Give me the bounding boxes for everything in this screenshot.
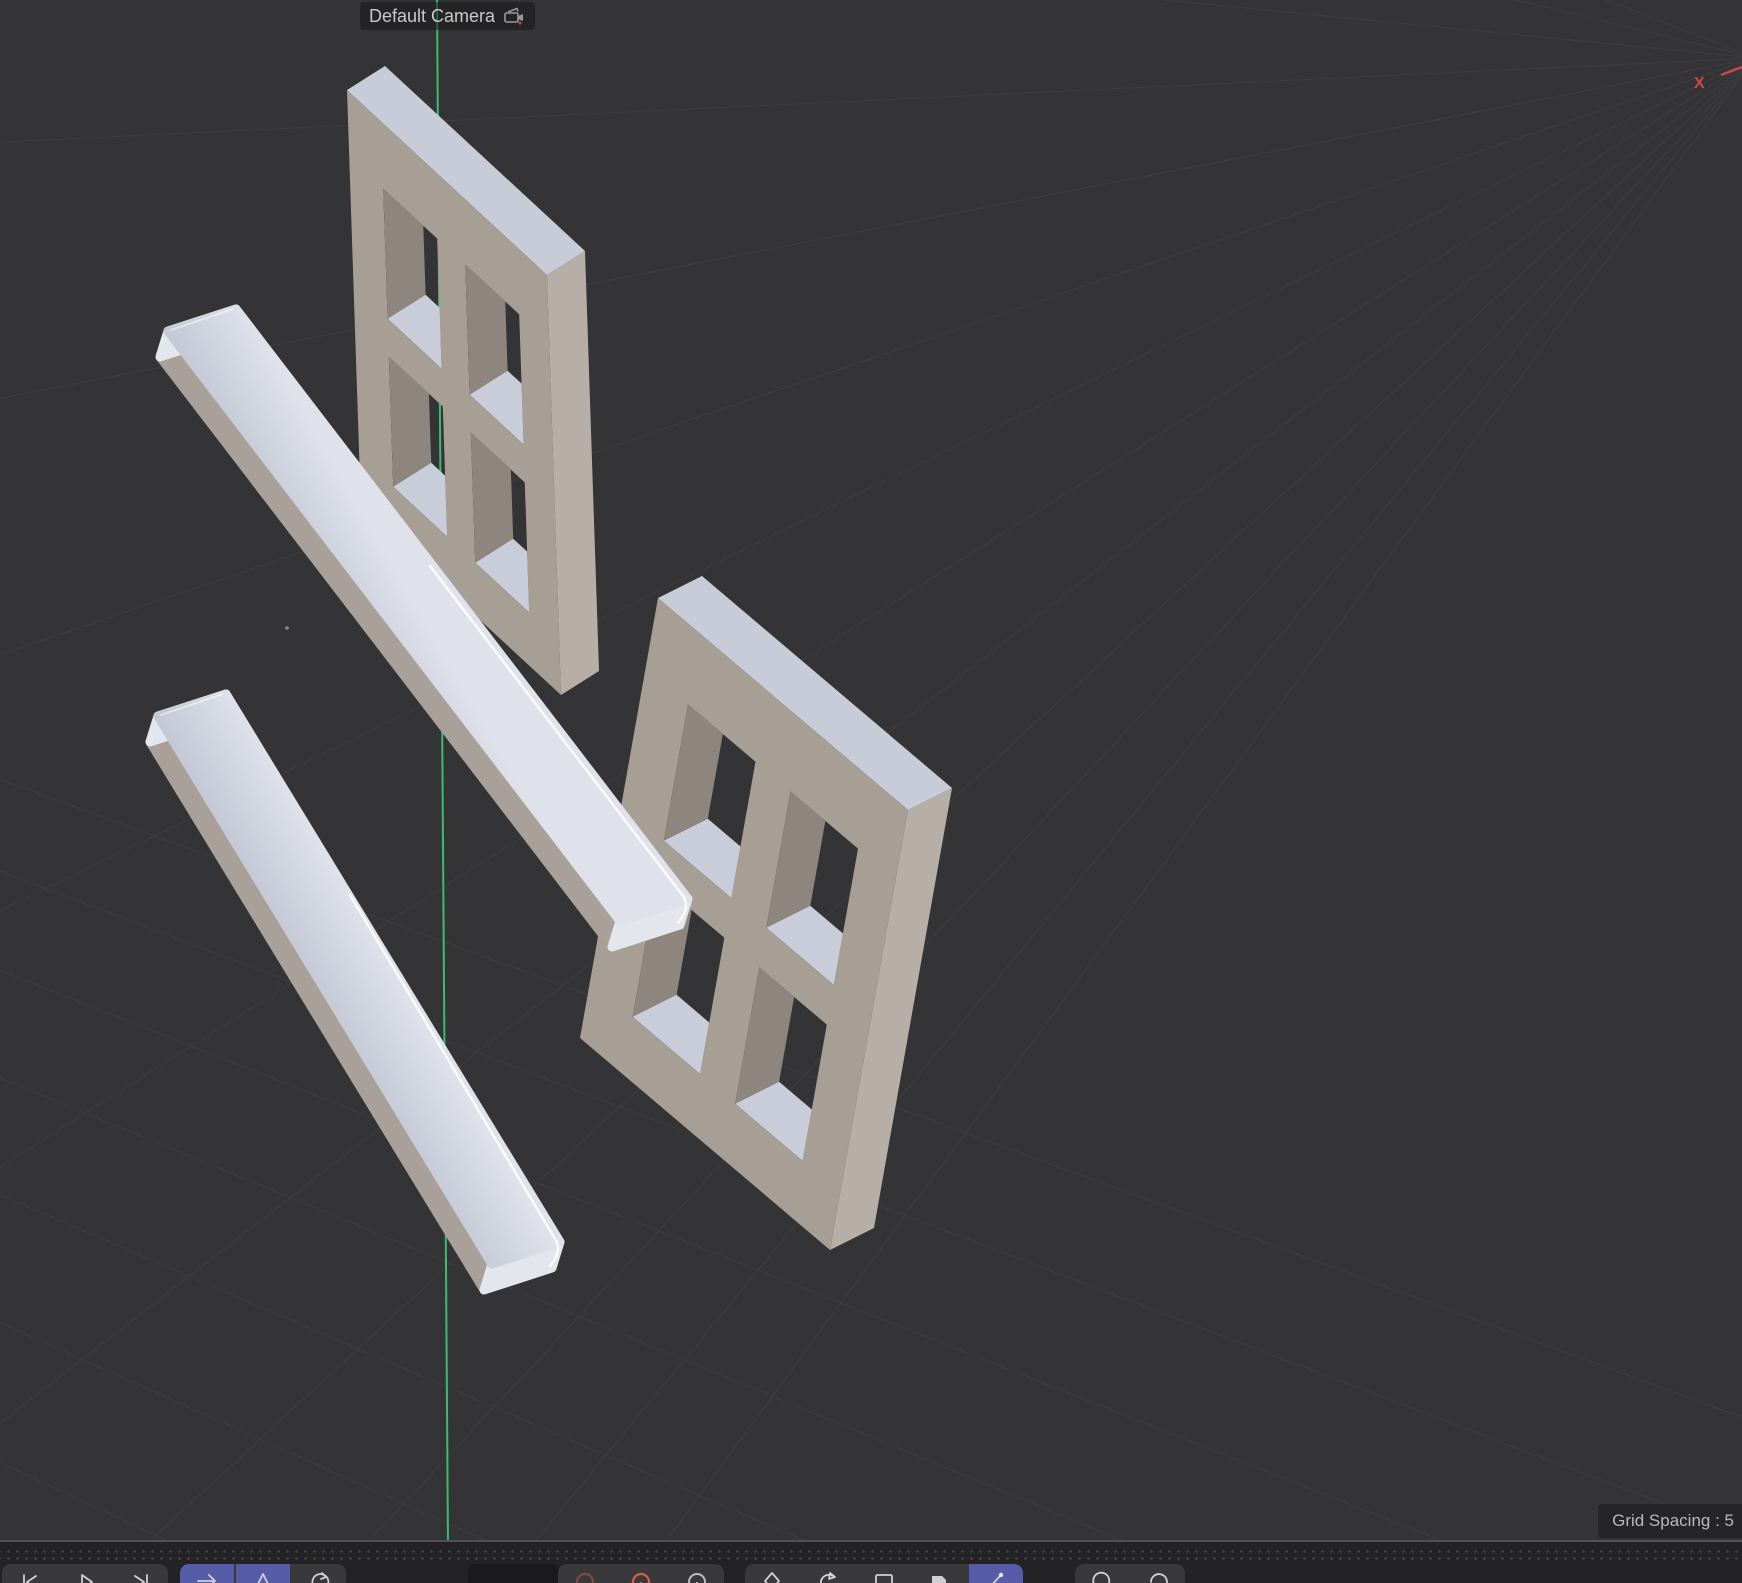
scene-objects[interactable]: [150, 66, 952, 1290]
redo-button[interactable]: [1131, 1564, 1185, 1583]
skip-end-button[interactable]: [114, 1564, 168, 1583]
toolbar-group-playback[interactable]: [2, 1564, 168, 1583]
tag-button[interactable]: [913, 1564, 967, 1583]
toolbar-group-history[interactable]: [1075, 1564, 1185, 1583]
move-tool-button[interactable]: [180, 1564, 234, 1583]
vertex-point[interactable]: [285, 626, 289, 630]
skip-start-button[interactable]: [2, 1564, 56, 1583]
toolbar-group-transform[interactable]: [180, 1564, 346, 1583]
x-axis-label: X: [1694, 75, 1705, 92]
frame-rect-button[interactable]: [857, 1564, 911, 1583]
bottom-toolbar[interactable]: [0, 1540, 1742, 1583]
toolbar-group-options[interactable]: [745, 1564, 1023, 1583]
play-button[interactable]: [58, 1564, 112, 1583]
keyframe-button[interactable]: [670, 1564, 724, 1583]
diamond-key-button[interactable]: [745, 1564, 799, 1583]
link-key-button[interactable]: [969, 1564, 1023, 1583]
viewport-3d-scene[interactable]: X: [0, 0, 1742, 1583]
toolbar-group-keying[interactable]: [558, 1564, 724, 1583]
undo-button[interactable]: [1075, 1564, 1129, 1583]
toolbar-drag-handle[interactable]: [0, 1547, 1742, 1560]
plank-lower-side-face[interactable]: [150, 716, 492, 1290]
grid-spacing-label: Grid Spacing : 5: [1598, 1504, 1742, 1538]
camera-label[interactable]: Default Camera: [360, 2, 535, 30]
toolbar-value-field[interactable]: [468, 1564, 560, 1583]
viewport-3d[interactable]: X Default Camera Grid Spacing : 5: [0, 0, 1742, 1583]
grid-spacing-text: Grid Spacing : 5: [1612, 1511, 1734, 1530]
autokey-dull-button[interactable]: [558, 1564, 612, 1583]
rotate-tool-button[interactable]: [292, 1564, 346, 1583]
rotate-cursor-button[interactable]: [801, 1564, 855, 1583]
record-button[interactable]: [614, 1564, 668, 1583]
translate-tool-button[interactable]: [236, 1564, 290, 1583]
camera-icon: [502, 6, 526, 26]
camera-label-text: Default Camera: [369, 2, 495, 30]
